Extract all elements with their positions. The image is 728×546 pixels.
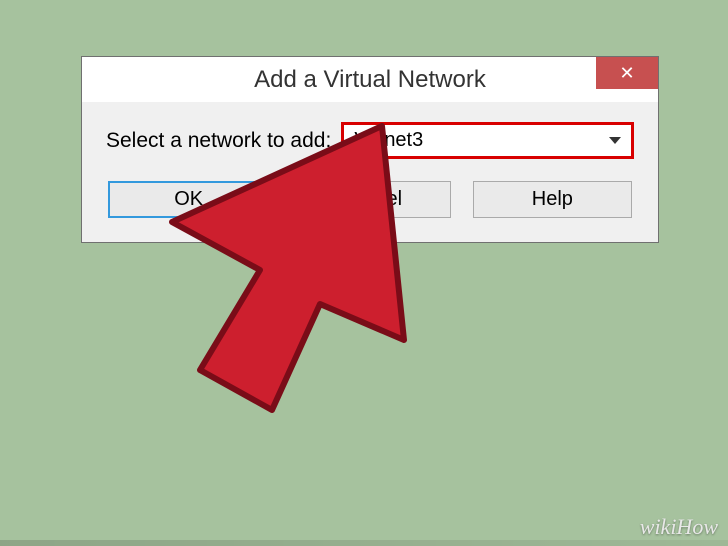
dialog-title: Add a Virtual Network — [82, 66, 658, 94]
close-button[interactable]: ✕ — [596, 57, 658, 89]
watermark: wikiHow — [640, 514, 718, 540]
help-button[interactable]: Help — [473, 181, 632, 218]
ok-button[interactable]: OK — [108, 181, 269, 218]
bottom-shadow — [0, 540, 728, 546]
select-label: Select a network to add: — [106, 129, 331, 153]
network-dropdown[interactable]: VMnet3 — [341, 122, 634, 159]
select-row: Select a network to add: VMnet3 — [106, 122, 634, 159]
dialog-content: Select a network to add: VMnet3 OK Cance… — [82, 102, 658, 218]
close-icon: ✕ — [619, 63, 634, 84]
button-row: OK Cancel Help — [106, 181, 634, 218]
titlebar: Add a Virtual Network ✕ — [82, 57, 658, 102]
dialog-window: Add a Virtual Network ✕ Select a network… — [81, 56, 659, 243]
dropdown-value: VMnet3 — [354, 129, 423, 152]
cancel-button[interactable]: Cancel — [291, 181, 450, 218]
chevron-down-icon — [609, 137, 621, 144]
